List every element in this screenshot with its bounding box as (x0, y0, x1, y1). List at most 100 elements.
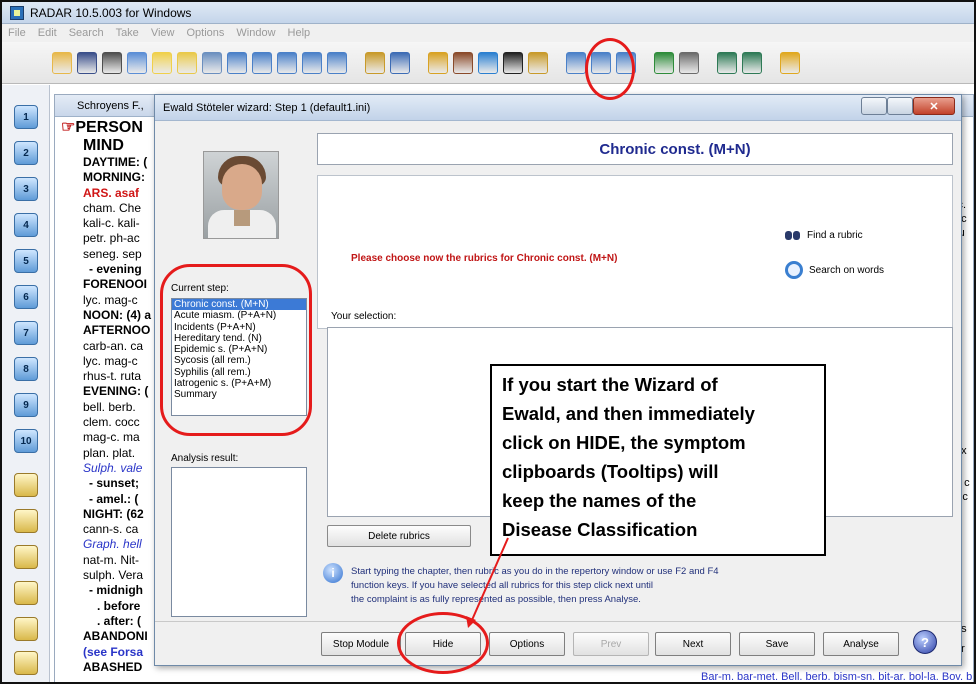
annotation-callout: If you start the Wizard of Ewald, and th… (490, 364, 826, 556)
rail-tool-icon[interactable] (14, 651, 38, 675)
analyse-button[interactable]: Analyse (823, 632, 899, 656)
rail-tool-icon[interactable] (14, 473, 38, 497)
step-header: Chronic const. (M+N) (317, 133, 953, 165)
number-25-icon[interactable] (503, 51, 523, 74)
rail-tool-icon[interactable] (14, 545, 38, 569)
info-line: Start typing the chapter, then rubric as… (351, 566, 719, 577)
toolbar-separator (553, 52, 561, 74)
screenshot-frame: RADAR 10.5.003 for Windows File Edit Sea… (0, 0, 976, 684)
bulb-icon[interactable] (152, 51, 172, 74)
binoculars-icon[interactable] (77, 51, 97, 74)
bulb-question-icon[interactable] (177, 51, 197, 74)
clipboard-5-button[interactable]: 5 (14, 249, 38, 273)
step-item[interactable]: Chronic const. (M+N) (172, 299, 306, 311)
clipboard-9-button[interactable]: 9 (14, 393, 38, 417)
help-icon[interactable] (780, 51, 800, 74)
step-list[interactable]: Chronic const. (M+N) Acute miasm. (P+A+N)… (171, 298, 307, 416)
rail-tool-icon[interactable] (14, 617, 38, 641)
step-item[interactable]: Incidents (P+A+N) (172, 322, 306, 333)
wizard-title: Ewald Stöteler wizard: Step 1 (default1.… (163, 101, 371, 114)
magnifier-icon[interactable] (127, 51, 147, 74)
minimize-button[interactable] (861, 97, 887, 115)
menu-bar: File Edit Search Take View Options Windo… (2, 24, 974, 42)
printer-icon[interactable] (679, 51, 699, 74)
current-step-group: Current step: Chronic const. (M+N) Acute … (171, 283, 311, 433)
step-item[interactable]: Hereditary tend. (N) (172, 333, 306, 344)
next-button[interactable]: Next (655, 632, 731, 656)
rail-tool-icon[interactable] (14, 581, 38, 605)
open-book-icon[interactable] (52, 51, 72, 74)
glasses-icon[interactable] (102, 51, 122, 74)
stop-module-button[interactable]: Stop Module (321, 632, 401, 656)
step-item[interactable]: Syphilis (all rem.) (172, 367, 306, 378)
save-button[interactable]: Save (739, 632, 815, 656)
repertory-title: Schroyens F., (77, 99, 144, 112)
help-icon[interactable]: ? (913, 630, 937, 654)
menu-view[interactable]: View (151, 27, 175, 39)
wizard-button-bar: Stop Module Hide Options Prev Next Save … (155, 621, 961, 665)
maximize-button[interactable] (887, 97, 913, 115)
clipboard-1-button[interactable]: 1 (14, 105, 38, 129)
step-item[interactable]: Summary (172, 389, 306, 400)
wand-icon[interactable] (202, 51, 222, 74)
rail-tool-icon[interactable] (14, 509, 38, 533)
car-left-icon[interactable] (717, 51, 737, 74)
menu-search[interactable]: Search (69, 27, 104, 39)
menu-take[interactable]: Take (116, 27, 139, 39)
menu-window[interactable]: Window (236, 27, 275, 39)
card-icon[interactable] (591, 51, 611, 74)
clipboard-8-button[interactable]: 8 (14, 357, 38, 381)
analysis-result-label: Analysis result: (171, 453, 239, 464)
menu-options[interactable]: Options (186, 27, 224, 39)
find-rubric-link[interactable]: Find a rubric (785, 229, 863, 241)
info-line: the complaint is as fully represented as… (351, 594, 641, 605)
delete-rubrics-button[interactable]: Delete rubrics (327, 525, 471, 547)
chart-icon[interactable] (365, 51, 385, 74)
magnifier-icon (785, 261, 803, 279)
pointer-hand-icon: ☞ (61, 119, 76, 136)
clipboard-paste-icon[interactable] (302, 51, 322, 74)
menu-edit[interactable]: Edit (38, 27, 57, 39)
toolbar (2, 42, 974, 84)
callout-line: Disease Classification (502, 519, 698, 540)
options-button[interactable]: Options (489, 632, 565, 656)
info-text: Start typing the chapter, then rubric as… (351, 565, 911, 607)
flask-icon[interactable] (428, 51, 448, 74)
clipboard-6-button[interactable]: 6 (14, 285, 38, 309)
lifebuoy-icon[interactable] (478, 51, 498, 74)
clipboard-10-button[interactable]: 10 (14, 429, 38, 453)
clipboard-copy-icon[interactable] (277, 51, 297, 74)
clipboard-3-button[interactable]: 3 (14, 177, 38, 201)
step-item[interactable]: Acute miasm. (P+A+N) (172, 310, 306, 321)
step-item[interactable]: Iatrogenic s. (P+A+M) (172, 378, 306, 389)
hat-icon[interactable] (453, 51, 473, 74)
selection-label: Your selection: (331, 311, 397, 322)
toolbar-separator (704, 52, 712, 74)
hide-button[interactable]: Hide (405, 632, 481, 656)
prev-button[interactable]: Prev (573, 632, 649, 656)
step-item[interactable]: Epidemic s. (P+A+N) (172, 344, 306, 355)
clipboard-remove-icon[interactable] (327, 51, 347, 74)
callout-line: If you start the Wizard of (502, 374, 718, 395)
book-export-icon[interactable] (566, 51, 586, 74)
step-header-text: Chronic const. (M+N) (599, 140, 751, 158)
clipboard-2-button[interactable]: 2 (14, 141, 38, 165)
frame-icon[interactable] (616, 51, 636, 74)
menu-file[interactable]: File (8, 27, 26, 39)
tree-icon[interactable] (390, 51, 410, 74)
car-right-icon[interactable] (742, 51, 762, 74)
clipboard-7-button[interactable]: 7 (14, 321, 38, 345)
step-item[interactable]: Sycosis (all rem.) (172, 355, 306, 366)
clipboard-4-button[interactable]: 4 (14, 213, 38, 237)
analysis-result-box[interactable] (171, 467, 307, 617)
clipboard-icon[interactable] (227, 51, 247, 74)
close-button[interactable]: ✕ (913, 97, 955, 115)
globe-icon[interactable] (654, 51, 674, 74)
search-words-link[interactable]: Search on words (785, 261, 884, 279)
menu-help[interactable]: Help (288, 27, 311, 39)
current-step-label: Current step: (171, 283, 229, 294)
toolbar-separator (641, 52, 649, 74)
clipboard-add-icon[interactable] (252, 51, 272, 74)
clipboard-rail: 1 2 3 4 5 6 7 8 9 10 (2, 85, 50, 682)
wizard-icon[interactable] (528, 51, 548, 74)
